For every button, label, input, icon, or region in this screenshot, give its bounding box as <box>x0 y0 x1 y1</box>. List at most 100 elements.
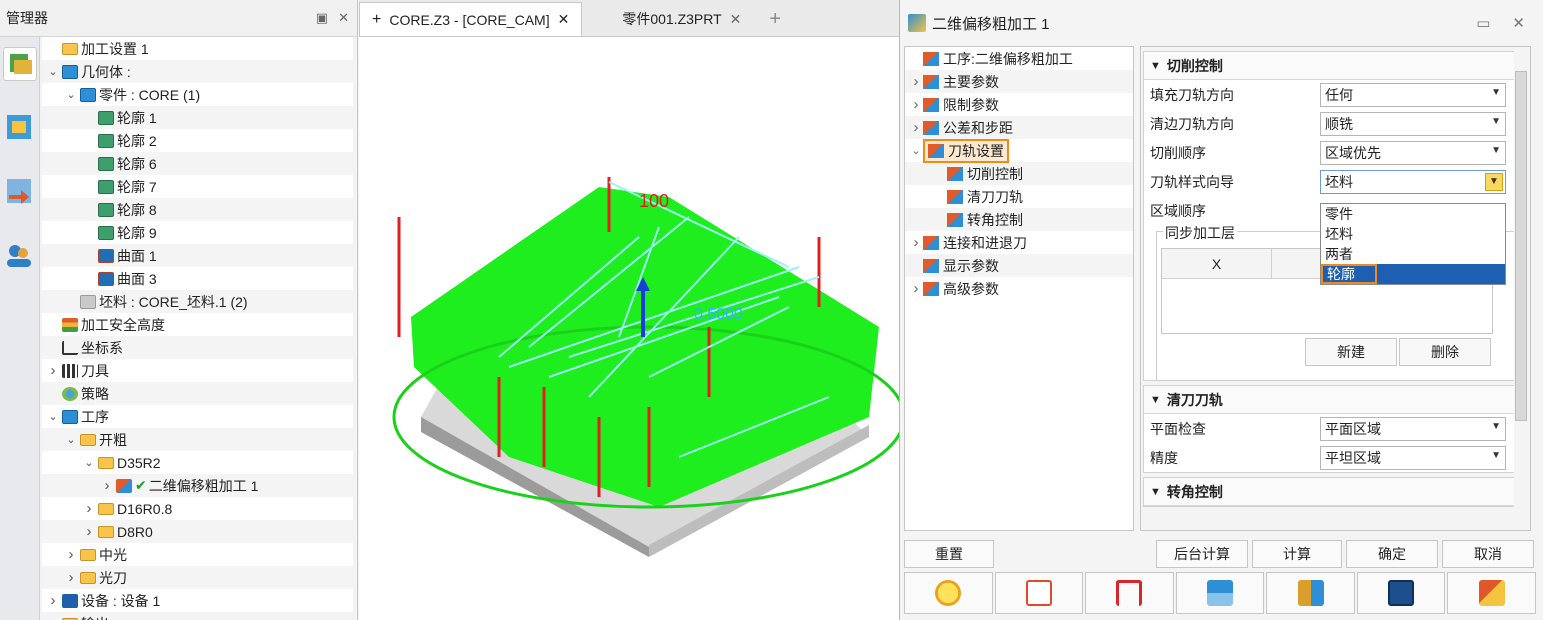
dropdown-arrow-icon[interactable]: ▼ <box>1491 145 1501 156</box>
tree-item[interactable]: › 光刀 <box>42 566 353 589</box>
cam-tree-icon[interactable] <box>3 47 37 81</box>
corner-control-header[interactable]: ▼ 转角控制 <box>1144 478 1527 506</box>
edit-button[interactable] <box>994 572 1084 614</box>
op-tree-item[interactable]: 转角控制 <box>905 208 1133 231</box>
new-button[interactable]: 新建 <box>1305 338 1397 366</box>
tree-item[interactable]: › 设备 : 设备 1 <box>42 589 353 612</box>
tree-item[interactable]: › ✔ 二维偏移粗加工 1 <box>42 474 353 497</box>
tip-button[interactable] <box>904 572 993 614</box>
property-select[interactable]: 平面区域 ▼ <box>1320 416 1506 441</box>
chevron-down-icon[interactable]: ⌄ <box>46 410 60 423</box>
tree-item[interactable]: 轮廓 9 <box>42 221 353 244</box>
restore-icon[interactable]: ▣ <box>316 10 328 26</box>
tree-item[interactable]: › D8R0 <box>42 520 353 543</box>
op-tree-item[interactable]: › 公差和步距 <box>905 116 1133 139</box>
dropdown-arrow-icon[interactable]: ▼ <box>1491 116 1501 127</box>
chevron-right-icon[interactable]: › <box>909 119 923 136</box>
dropdown-arrow-icon[interactable]: ▼ <box>1491 450 1501 461</box>
tree-item[interactable]: ⌄ D35R2 <box>42 451 353 474</box>
op-tree-item[interactable]: › 高级参数 <box>905 277 1133 300</box>
dropdown-option[interactable]: 坯料 <box>1321 224 1505 244</box>
sync-column-header[interactable]: X <box>1162 249 1272 278</box>
op-tree-item[interactable]: › 限制参数 <box>905 93 1133 116</box>
tree-item[interactable]: 坯料 : CORE_坯料.1 (2) <box>42 290 353 313</box>
chevron-right-icon[interactable]: › <box>46 615 60 620</box>
path-style-dropdown[interactable]: 零件 坯料 两者 轮廓 <box>1320 203 1506 285</box>
chevron-right-icon[interactable]: › <box>100 477 114 494</box>
toolpath-button[interactable] <box>1085 572 1174 614</box>
part-view-icon[interactable] <box>3 111 37 145</box>
comment-icon[interactable]: ▭ <box>1476 14 1490 32</box>
delete-button[interactable]: 删除 <box>1399 338 1491 366</box>
op-tree-item[interactable]: 显示参数 <box>905 254 1133 277</box>
cancel-button[interactable]: 取消 <box>1442 540 1534 568</box>
chevron-right-icon[interactable]: › <box>46 362 60 379</box>
property-select[interactable]: 坯料 ▼ <box>1320 169 1506 194</box>
chevron-right-icon[interactable]: › <box>909 234 923 251</box>
ok-button[interactable]: 确定 <box>1346 540 1438 568</box>
tree-item[interactable]: 策略 <box>42 382 353 405</box>
chevron-down-icon[interactable]: ⌄ <box>64 433 78 446</box>
tree-item[interactable]: 曲面 3 <box>42 267 353 290</box>
chevron-down-icon[interactable]: ⌄ <box>64 88 78 101</box>
tree-item[interactable]: 轮廓 2 <box>42 129 353 152</box>
tree-item[interactable]: ⌄ 几何体 : <box>42 60 353 83</box>
tab-part001[interactable]: 零件001.Z3PRT ✕ <box>610 2 753 36</box>
tree-item[interactable]: 加工设置 1 <box>42 37 353 60</box>
op-tree-item[interactable]: ⌄ 刀轨设置 <box>905 138 1133 163</box>
chevron-right-icon[interactable]: › <box>909 280 923 297</box>
chevron-down-icon[interactable]: ⌄ <box>82 456 96 469</box>
tree-item[interactable]: 轮廓 7 <box>42 175 353 198</box>
scroll-thumb[interactable] <box>1515 71 1527 421</box>
verify-button[interactable] <box>1266 572 1355 614</box>
dropdown-option[interactable]: 轮廓 <box>1321 264 1505 284</box>
chevron-right-icon[interactable]: › <box>46 592 60 609</box>
calc-button[interactable]: 计算 <box>1252 540 1342 568</box>
tree-item[interactable]: ⌄ 工序 <box>42 405 353 428</box>
save-button[interactable] <box>1356 572 1446 614</box>
chevron-right-icon[interactable]: › <box>909 96 923 113</box>
tree-item[interactable]: 轮廓 8 <box>42 198 353 221</box>
close-icon[interactable]: ✕ <box>558 11 570 28</box>
property-select[interactable]: 顺铣 ▼ <box>1320 111 1506 136</box>
chevron-right-icon[interactable]: › <box>909 73 923 90</box>
close-icon[interactable]: ✕ <box>730 11 742 28</box>
tree-item[interactable]: 坐标系 <box>42 336 353 359</box>
close-icon[interactable]: ✕ <box>338 10 349 26</box>
cut-control-header[interactable]: ▼ 切削控制 <box>1144 52 1527 80</box>
property-select[interactable]: 平坦区域 ▼ <box>1320 445 1506 470</box>
output-icon[interactable] <box>3 175 37 209</box>
export-button[interactable] <box>1447 572 1537 614</box>
tree-item[interactable]: 轮廓 6 <box>42 152 353 175</box>
dropdown-arrow-icon[interactable]: ▼ <box>1485 172 1503 191</box>
simulate-button[interactable] <box>1175 572 1265 614</box>
chevron-right-icon[interactable]: › <box>82 500 96 517</box>
op-tree-item[interactable]: › 主要参数 <box>905 70 1133 93</box>
op-tree-item[interactable]: 清刀刀轨 <box>905 185 1133 208</box>
tree-item[interactable]: › 刀具 <box>42 359 353 382</box>
tree-item[interactable]: 加工安全高度 <box>42 313 353 336</box>
background-calc-button[interactable]: 后台计算 <box>1156 540 1248 568</box>
op-tree-item[interactable]: › 连接和进退刀 <box>905 231 1133 254</box>
property-select[interactable]: 任何 ▼ <box>1320 82 1506 107</box>
reset-button[interactable]: 重置 <box>904 540 994 568</box>
chevron-right-icon[interactable]: › <box>82 523 96 540</box>
chevron-right-icon[interactable]: › <box>64 569 78 586</box>
tree-item[interactable]: ⌄ 开粗 <box>42 428 353 451</box>
property-select[interactable]: 区域优先 ▼ <box>1320 140 1506 165</box>
op-tree-item[interactable]: 工序:二维偏移粗加工 <box>905 47 1133 70</box>
tree-item[interactable]: ⌄ 零件 : CORE (1) <box>42 83 353 106</box>
dropdown-arrow-icon[interactable]: ▼ <box>1491 421 1501 432</box>
tree-item[interactable]: 轮廓 1 <box>42 106 353 129</box>
tree-item[interactable]: › 输出 <box>42 612 353 620</box>
clear-path-header[interactable]: ▼ 清刀刀轨 <box>1144 386 1527 414</box>
tree-item[interactable]: › 中光 <box>42 543 353 566</box>
op-tree-item[interactable]: 切削控制 <box>905 162 1133 185</box>
user-icon[interactable] <box>3 239 37 273</box>
3d-viewport[interactable]: 100 0.5000 <box>359 37 899 620</box>
chevron-down-icon[interactable]: ⌄ <box>909 144 923 157</box>
tree-item[interactable]: 曲面 1 <box>42 244 353 267</box>
dropdown-arrow-icon[interactable]: ▼ <box>1491 87 1501 98</box>
new-tab-button[interactable]: + <box>753 2 793 36</box>
property-scrollbar[interactable] <box>1514 51 1528 527</box>
